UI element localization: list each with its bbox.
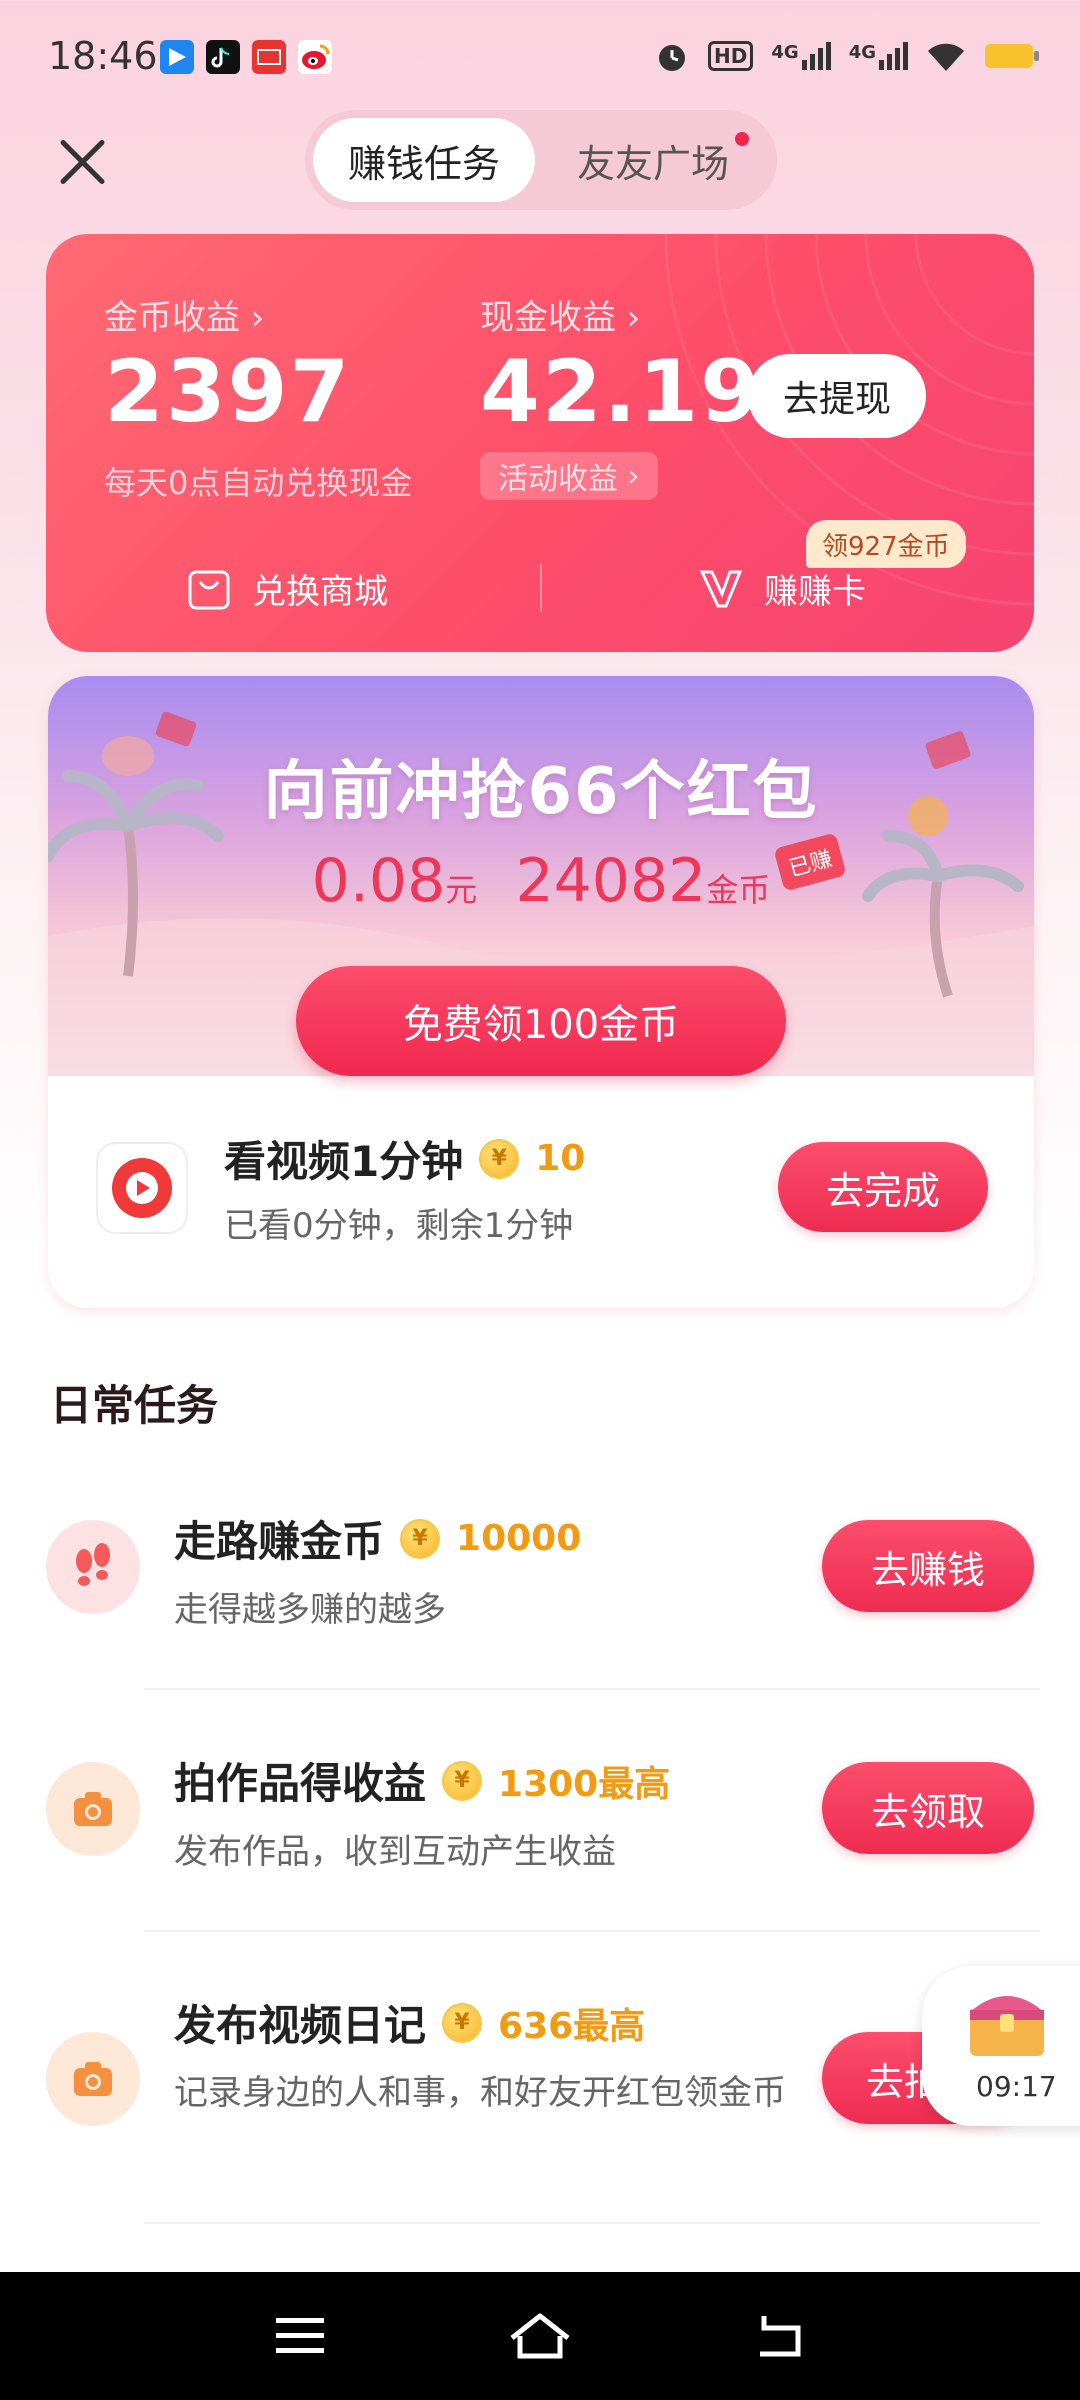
camera-icon — [46, 2032, 140, 2126]
tiktok-icon — [206, 40, 240, 74]
v-card-icon — [699, 570, 743, 607]
signal-2-icon: 4G — [849, 42, 908, 70]
task-walk-reward: 10000 — [456, 1518, 582, 1559]
status-time: 18:46 — [48, 34, 158, 78]
floating-treasure-widget[interactable]: 09:17 — [922, 1966, 1080, 2126]
red-packet-title: 向前冲抢66个红包 — [263, 755, 819, 829]
tab-friends-square[interactable]: 友友广场 — [577, 118, 729, 202]
menu-icon[interactable] — [276, 2316, 324, 2356]
battery-icon — [985, 44, 1039, 68]
video-task-header: 看视频1分钟 ¥ 10 — [224, 1128, 585, 1189]
toutiao-icon — [252, 40, 286, 74]
coin-earnings-link[interactable]: 金币收益 › — [104, 290, 264, 339]
task-diary-desc: 记录身边的人和事，和好友开红包领金币 — [174, 2073, 786, 2113]
wifi-icon — [928, 43, 964, 71]
task-diary-header: 发布视频日记 ¥ 636最高 — [174, 1992, 645, 2053]
coin-icon: ¥ — [479, 1138, 520, 1179]
task-shoot-title: 拍作品得收益 — [174, 1759, 427, 1808]
free-coins-button[interactable]: 免费领100金币 — [296, 966, 786, 1076]
task-walk-header: 走路赚金币 ¥ 10000 — [174, 1508, 581, 1569]
task-walk-title: 走路赚金币 — [174, 1517, 385, 1566]
header-tabs: 赚钱任务 友友广场 — [305, 110, 777, 210]
cash-earnings-value: 42.19 — [480, 342, 763, 442]
task-shoot-reward: 1300最高 — [498, 1763, 671, 1805]
close-icon[interactable] — [50, 130, 114, 194]
video-task-reward: 10 — [535, 1138, 586, 1179]
status-bar: 18:46 HD 4G 4G — [0, 0, 1080, 110]
coin-icon: ¥ — [400, 1518, 441, 1559]
row-divider — [144, 1688, 1040, 1690]
exchange-shop-button[interactable]: 兑换商城 — [186, 564, 388, 613]
task-shoot-desc: 发布作品，收到互动产生收益 — [174, 1832, 616, 1872]
earnings-card: 金币收益 › 2397 每天0点自动兑换现金 现金收益 › 42.19 去提现 … — [46, 234, 1034, 652]
red-packet-earned: 0.08元 24082金币 — [311, 846, 771, 916]
footprints-icon — [46, 1520, 140, 1614]
withdraw-button[interactable]: 去提现 — [748, 354, 926, 438]
alarm-icon — [659, 45, 686, 71]
daily-tasks-title: 日常任务 — [50, 1381, 219, 1430]
task-diary-title: 发布视频日记 — [174, 2001, 427, 2050]
red-packet-card: 向前冲抢66个红包 0.08元 24082金币 已赚 免费领100金币 看视频1… — [48, 676, 1034, 1308]
treasure-timer: 09:17 — [976, 2070, 1057, 2103]
coin-note: 每天0点自动兑换现金 — [104, 464, 413, 502]
home-icon[interactable] — [508, 2310, 572, 2362]
video-task-desc: 已看0分钟，剩余1分钟 — [224, 1206, 574, 1246]
coin-icon: ¥ — [442, 2002, 483, 2043]
signal-1-icon: 4G — [771, 42, 831, 70]
weibo-icon — [298, 40, 332, 74]
red-packet-banner: 向前冲抢66个红包 0.08元 24082金币 已赚 免费领100金币 — [48, 676, 1034, 1076]
row-divider — [144, 2222, 1040, 2224]
video-task-complete-button[interactable]: 去完成 — [778, 1142, 988, 1232]
hd-icon: HD — [708, 41, 754, 71]
cash-earnings-link[interactable]: 现金收益 › — [480, 290, 640, 339]
activity-earnings-link[interactable]: 活动收益 › — [480, 452, 658, 500]
coin-earnings-value: 2397 — [104, 342, 352, 442]
system-nav-bar — [0, 2272, 1080, 2400]
task-shoot-button[interactable]: 去领取 — [822, 1762, 1034, 1854]
video-app-icon — [96, 1142, 188, 1234]
video-task-title: 看视频1分钟 — [224, 1137, 464, 1186]
task-walk-button[interactable]: 去赚钱 — [822, 1520, 1034, 1612]
earn-card-button[interactable]: 赚赚卡 — [698, 564, 866, 613]
task-diary-reward: 636最高 — [498, 2005, 646, 2047]
treasure-chest-icon — [970, 1996, 1044, 2056]
task-walk-desc: 走得越多赚的越多 — [174, 1590, 446, 1630]
blue-app-icon — [160, 40, 194, 74]
task-shoot-header: 拍作品得收益 ¥ 1300最高 — [174, 1750, 670, 1811]
status-icons: HD 4G 4G — [654, 36, 1040, 76]
notification-dot — [735, 132, 749, 146]
shopping-bag-icon — [188, 570, 230, 609]
card-coin-badge: 领927金币 — [806, 520, 966, 568]
coin-icon: ¥ — [442, 1760, 483, 1801]
tab-earn-tasks[interactable]: 赚钱任务 — [313, 118, 535, 202]
back-icon[interactable] — [756, 2312, 806, 2360]
card-divider — [540, 564, 542, 612]
camera-icon — [46, 1762, 140, 1856]
row-divider — [144, 1930, 1040, 1932]
